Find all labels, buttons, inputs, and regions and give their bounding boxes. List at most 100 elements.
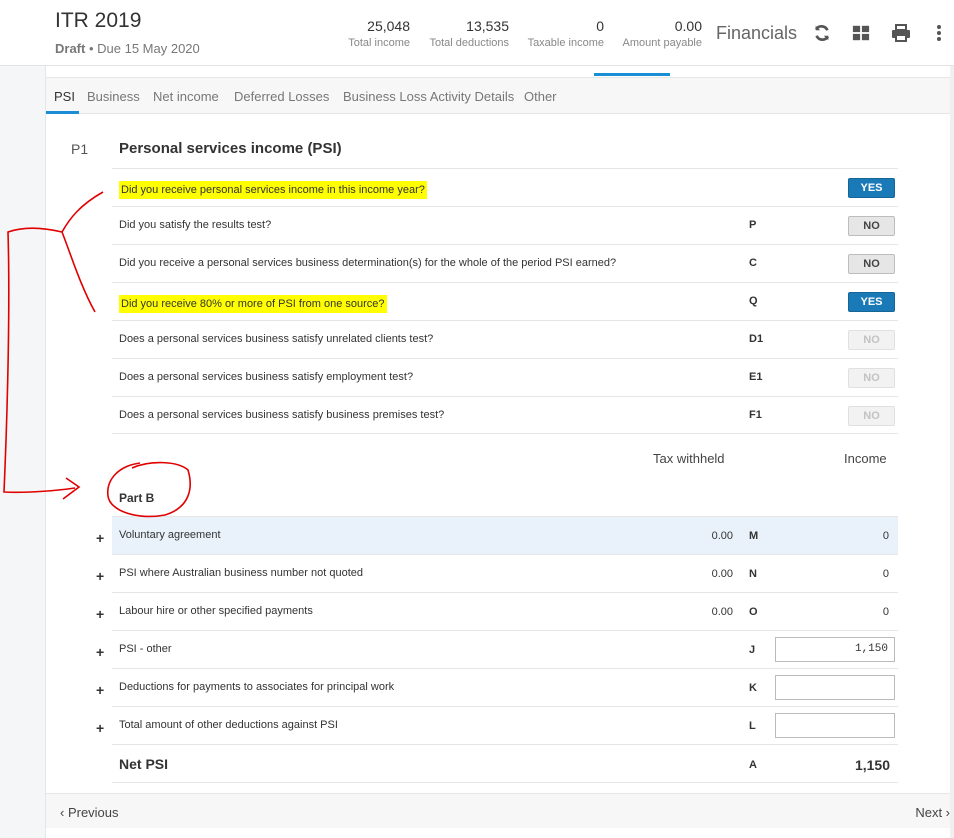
question-row: Did you receive personal services income…	[112, 168, 898, 206]
question-row: Did you satisfy the results test? P NO	[112, 206, 898, 244]
tab-business[interactable]: Business	[87, 89, 140, 104]
due-date: • Due 15 May 2020	[88, 41, 200, 56]
row-label: Voluntary agreement	[119, 529, 221, 541]
section-number: P1	[71, 141, 89, 157]
tab-business-loss-activity-details[interactable]: Business Loss Activity Details	[343, 89, 514, 104]
previous-button[interactable]: ‹ Previous	[60, 805, 119, 820]
print-icon[interactable]	[891, 24, 911, 44]
question-row: Did you receive 80% or more of PSI from …	[112, 282, 898, 320]
row-code: J	[749, 644, 756, 656]
row-label: Deductions for payments to associates fo…	[119, 681, 395, 693]
yes-no-toggle: NO	[848, 406, 895, 426]
net-psi-label: Net PSI	[119, 756, 169, 772]
yes-no-toggle: NO	[848, 368, 895, 388]
question-text: Does a personal services business satisf…	[119, 371, 414, 383]
row-code: N	[749, 568, 757, 580]
return-title: ITR 2019	[55, 9, 142, 32]
question-code: E1	[749, 371, 763, 383]
row-code: K	[749, 682, 757, 694]
net-psi-row: Net PSI A 1,150	[112, 744, 898, 783]
stat-total-income: 25,048 Total income	[348, 18, 410, 49]
tab-psi[interactable]: PSI	[54, 89, 75, 104]
refresh-icon[interactable]	[813, 24, 833, 44]
stat-label: Taxable income	[527, 37, 604, 49]
net-psi-code: A	[749, 759, 757, 771]
stat-value: 0	[596, 18, 604, 34]
question-text: Did you receive a personal services busi…	[119, 257, 617, 269]
question-text: Does a personal services business satisf…	[119, 409, 445, 421]
row-code: L	[749, 720, 756, 732]
column-header-income: Income	[844, 451, 887, 466]
tab-active-underline	[46, 111, 79, 114]
stat-label: Total income	[348, 37, 410, 49]
row-label: PSI where Australian business number not…	[119, 567, 363, 579]
question-code: D1	[749, 333, 764, 345]
header: ITR 2019 Draft • Due 15 May 2020 25,048 …	[0, 0, 954, 66]
grid-icon[interactable]	[852, 24, 872, 44]
question-text: Did you receive 80% or more of PSI from …	[119, 295, 387, 313]
table-row: PSI where Australian business number not…	[112, 554, 898, 592]
question-code: P	[749, 219, 757, 231]
stat-total-deductions: 13,535 Total deductions	[430, 18, 510, 49]
tab-net-income[interactable]: Net income	[153, 89, 219, 104]
row-tax-withheld: 0.00	[711, 606, 733, 618]
footer-nav: ‹ Previous Next ›	[46, 793, 950, 828]
expand-plus-icon[interactable]: +	[96, 644, 104, 660]
yes-no-toggle: NO	[848, 330, 895, 350]
tab-deferred-losses[interactable]: Deferred Losses	[234, 89, 329, 104]
yes-no-toggle[interactable]: YES	[848, 292, 895, 312]
table-row: PSI - other J 1,150	[112, 630, 898, 668]
row-tax-withheld: 0.00	[711, 530, 733, 542]
expand-plus-icon[interactable]: +	[96, 568, 104, 584]
section-tabs-strip	[46, 66, 950, 78]
income-input[interactable]: 1,150	[775, 637, 895, 662]
expand-plus-icon[interactable]: +	[96, 530, 104, 546]
stat-value: 25,048	[367, 18, 410, 34]
next-button[interactable]: Next ›	[915, 805, 950, 820]
expand-plus-icon[interactable]: +	[96, 682, 104, 698]
row-income: 0	[882, 606, 889, 618]
more-vertical-icon[interactable]	[935, 24, 954, 44]
question-text: Does a personal services business satisf…	[119, 333, 434, 345]
stat-label: Total deductions	[429, 37, 510, 49]
section-tab-active-indicator	[594, 73, 670, 76]
scrollbar[interactable]	[950, 66, 954, 838]
expand-plus-icon[interactable]: +	[96, 720, 104, 736]
column-header-tax-withheld: Tax withheld	[653, 451, 725, 466]
part-b-heading: Part B	[119, 491, 155, 505]
question-code: Q	[749, 295, 758, 307]
financials-link[interactable]: Financials	[716, 23, 797, 44]
stat-label: Amount payable	[622, 37, 703, 49]
question-text: Did you receive personal services income…	[119, 181, 427, 199]
stat-taxable-income: 0 Taxable income	[528, 18, 604, 49]
income-input[interactable]	[775, 675, 895, 700]
table-row: Total amount of other deductions against…	[112, 706, 898, 744]
stat-value: 13,535	[466, 18, 509, 34]
question-row: Does a personal services business satisf…	[112, 320, 898, 358]
tab-other[interactable]: Other	[524, 89, 557, 104]
yes-no-toggle[interactable]: NO	[848, 216, 895, 236]
sub-tabs: PSI Business Net income Deferred Losses …	[46, 78, 950, 114]
table-row: Labour hire or other specified payments …	[112, 592, 898, 630]
expand-plus-icon[interactable]: +	[96, 606, 104, 622]
section-title: Personal services income (PSI)	[119, 140, 342, 157]
row-label: Labour hire or other specified payments	[119, 605, 313, 617]
question-row: Did you receive a personal services busi…	[112, 244, 898, 282]
stat-amount-payable: 0.00 Amount payable	[623, 18, 703, 49]
status-badge: Draft	[55, 41, 86, 56]
table-row: Deductions for payments to associates fo…	[112, 668, 898, 706]
return-status: Draft • Due 15 May 2020	[55, 41, 200, 56]
question-code: C	[749, 257, 757, 269]
row-income: 0	[882, 530, 889, 542]
left-gutter	[0, 66, 46, 838]
row-code: O	[749, 606, 758, 618]
yes-no-toggle[interactable]: NO	[848, 254, 895, 274]
net-psi-value: 1,150	[854, 757, 890, 773]
income-input[interactable]	[775, 713, 895, 738]
row-label: Total amount of other deductions against…	[119, 719, 338, 731]
question-code: F1	[749, 409, 762, 421]
row-income: 0	[882, 568, 889, 580]
question-row: Does a personal services business satisf…	[112, 396, 898, 434]
question-text: Did you satisfy the results test?	[119, 219, 272, 231]
yes-no-toggle[interactable]: YES	[848, 178, 895, 198]
